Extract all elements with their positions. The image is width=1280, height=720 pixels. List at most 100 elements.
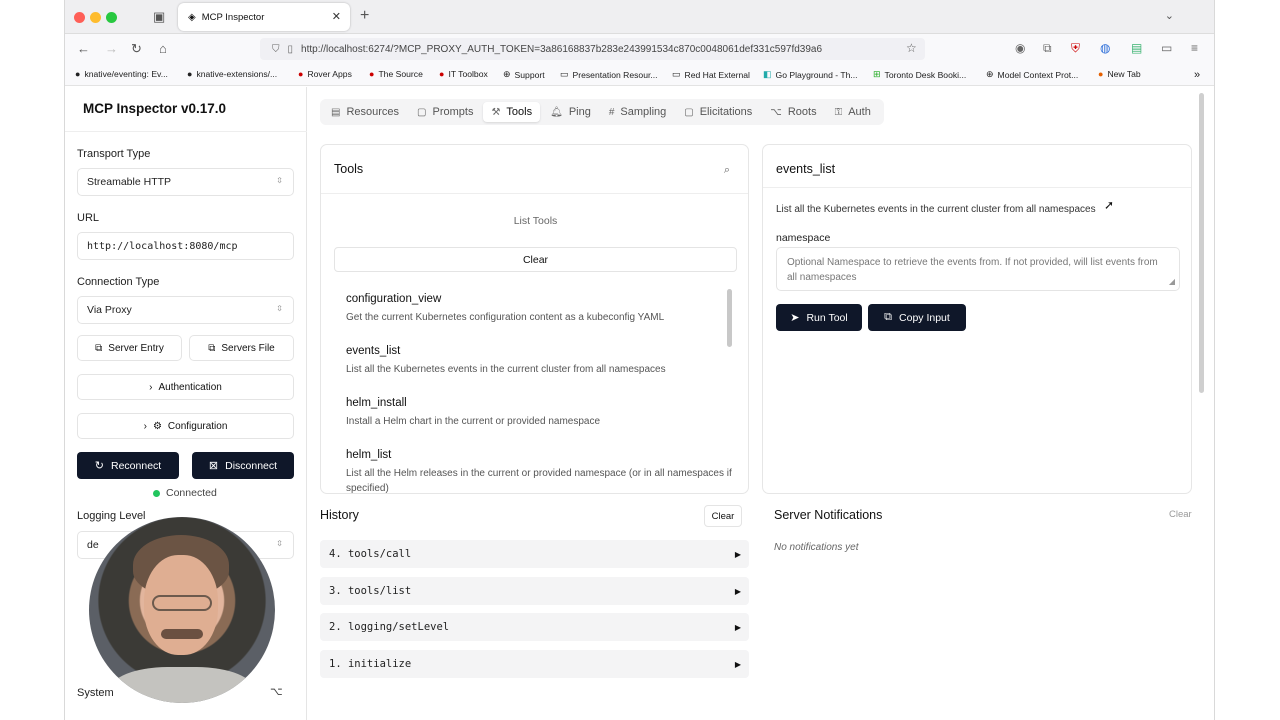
page-icon: ▯ <box>287 43 294 55</box>
home-icon[interactable]: ⌂ <box>159 41 167 56</box>
bookmark-item[interactable]: ▭ Presentation Resour... <box>560 69 658 80</box>
bookmarks-bar: ● knative/eventing: Ev... ● knative-extens… <box>65 64 1214 86</box>
tab-sampling[interactable]: # Sampling <box>601 102 674 122</box>
bookmark-item[interactable]: ◧ Go Playground - Th... <box>763 69 858 80</box>
authentication-toggle[interactable]: › Authentication <box>77 374 294 400</box>
tab-ping[interactable]: 🔔︎ Ping <box>542 102 599 122</box>
browser-tab[interactable]: ◈ MCP Inspector ✕ <box>178 3 350 31</box>
bookmark-star-icon[interactable]: ☆ <box>906 41 917 55</box>
bookmark-item[interactable]: ● IT Toolbox <box>439 69 488 79</box>
ublock-icon[interactable]: ⛨ <box>1071 41 1080 56</box>
forward-icon[interactable]: → <box>105 41 118 56</box>
namespace-input[interactable]: Optional Namespace to retrieve the event… <box>776 247 1180 291</box>
close-tab-icon[interactable]: ✕ <box>332 10 341 23</box>
servers-file-button[interactable]: ⧉ Servers File <box>189 335 294 361</box>
bookmark-item[interactable]: ● The Source <box>369 69 423 79</box>
bookmark-item[interactable]: ● knative-extensions/... <box>187 69 277 79</box>
menu-icon[interactable]: ≡ <box>1191 41 1198 55</box>
more-bookmarks-icon[interactable]: » <box>1194 69 1200 81</box>
tools-card: Tools ⌕ List Tools Clear configuration_v… <box>320 144 749 494</box>
disconnect-button[interactable]: ⊠ Disconnect <box>192 452 294 479</box>
reload-icon[interactable]: ↻ <box>131 41 142 57</box>
navigation-bar: ← → ↻ ⌂ ⛉ ▯ http://localhost:6274/?MCP_P… <box>65 34 1214 64</box>
github-icon[interactable]: ⌥ <box>270 685 283 698</box>
sidebar-icon[interactable]: ▭ <box>1161 41 1172 55</box>
copy-input-button[interactable]: ⧉ Copy Input <box>868 304 966 331</box>
tool-list-scrollbar[interactable] <box>727 289 732 347</box>
list-item[interactable]: helm_list List all the Helm releases in … <box>334 441 744 493</box>
back-icon[interactable]: ← <box>77 41 90 56</box>
search-icon[interactable]: ⌕ <box>724 164 730 177</box>
tab-tools[interactable]: ⚒ Tools <box>483 102 541 122</box>
server-entry-button[interactable]: ⧉ Server Entry <box>77 335 182 361</box>
page-scrollbar[interactable] <box>1197 87 1205 720</box>
clear-notifications-button[interactable]: Clear <box>1169 509 1192 520</box>
reconnect-button[interactable]: ↻ Reconnect <box>77 452 179 479</box>
history-item[interactable]: 3. tools/list ▶ <box>320 577 749 605</box>
list-tools-button[interactable]: List Tools <box>334 209 737 233</box>
bookmark-item[interactable]: ▭ Red Hat External <box>672 69 750 80</box>
sampling-icon: # <box>608 106 615 118</box>
expand-triangle-icon: ▶ <box>734 622 741 632</box>
status-dot-icon <box>153 489 160 497</box>
transport-type-select[interactable]: Streamable HTTP ⇳ <box>77 168 294 196</box>
list-item[interactable]: helm_install Install a Helm chart in the… <box>334 389 744 441</box>
mouse-cursor-icon: ➚ <box>1104 198 1115 212</box>
tab-title: MCP Inspector <box>201 11 265 23</box>
tab-overview-icon[interactable]: ▣ <box>153 9 165 25</box>
bookmark-item[interactable]: ● Rover Apps <box>298 69 352 79</box>
tab-auth[interactable]: ⚿ Auth <box>827 102 879 122</box>
new-tab-icon[interactable]: + <box>360 7 369 25</box>
chevron-down-icon[interactable]: ⌄ <box>1165 9 1174 22</box>
sidebar: MCP Inspector v0.17.0 Transport Type Str… <box>65 87 307 720</box>
tool-name: helm_list <box>346 449 392 461</box>
url-text: http://localhost:6274/?MCP_PROXY_AUTH_TO… <box>301 43 823 55</box>
minimize-window-button[interactable] <box>90 12 101 23</box>
extension-icon[interactable]: ▤ <box>1131 41 1142 55</box>
clear-history-button[interactable]: Clear <box>704 505 742 527</box>
main-panel: ▤ Resources ▢ Prompts ⚒ Tools 🔔︎ Ping # Sampl… <box>308 87 1205 720</box>
mcp-inspector-app: MCP Inspector v0.17.0 Transport Type Str… <box>65 87 1205 720</box>
account-icon[interactable]: ◉ <box>1015 41 1025 55</box>
bookmark-item[interactable]: ⊕ Support <box>503 69 545 80</box>
tool-description: List all the Kubernetes events in the cu… <box>346 364 666 375</box>
list-item[interactable]: events_list List all the Kubernetes even… <box>334 337 744 389</box>
tool-detail-description: List all the Kubernetes events in the cu… <box>776 204 1096 215</box>
list-item[interactable]: configuration_view Get the current Kuber… <box>334 285 744 337</box>
notifications-title: Server Notifications <box>774 508 883 522</box>
run-tool-button[interactable]: ➤ Run Tool <box>776 304 862 331</box>
prompts-icon: ▢ <box>417 106 427 118</box>
history-item[interactable]: 1. initialize ▶ <box>320 650 749 678</box>
chevron-right-icon: › <box>149 381 153 393</box>
expand-triangle-icon: ▶ <box>734 659 741 669</box>
tool-description: List all the Helm releases in the curren… <box>346 468 732 494</box>
vpn-icon[interactable]: ◍ <box>1100 41 1110 55</box>
copy-icon: ⧉ <box>208 342 216 354</box>
tools-icon: ⚒ <box>491 106 501 118</box>
fullscreen-window-button[interactable] <box>106 12 117 23</box>
namespace-label: namespace <box>776 232 831 244</box>
clear-tools-button[interactable]: Clear <box>334 247 737 272</box>
connection-type-select[interactable]: Via Proxy ⇳ <box>77 296 294 324</box>
resize-handle-icon[interactable]: ◢ <box>1169 276 1175 288</box>
tab-elicitations[interactable]: ▢ Elicitations <box>676 102 760 122</box>
tab-prompts[interactable]: ▢ Prompts <box>409 102 481 122</box>
url-bar[interactable]: ⛉ ▯ http://localhost:6274/?MCP_PROXY_AUT… <box>260 38 925 60</box>
history-item[interactable]: 2. logging/setLevel ▶ <box>320 613 749 641</box>
bookmark-item[interactable]: ● knative/eventing: Ev... <box>75 69 168 79</box>
bookmark-item[interactable]: ⊞ Toronto Desk Booki... <box>873 69 966 80</box>
roots-icon: ⌥ <box>770 106 782 118</box>
redhat-icon: ● <box>298 69 304 79</box>
tab-resources[interactable]: ▤ Resources <box>323 102 407 122</box>
url-input[interactable]: http://localhost:8080/mcp <box>77 232 294 260</box>
tool-name: helm_install <box>346 397 407 409</box>
history-item[interactable]: 4. tools/call ▶ <box>320 540 749 568</box>
chevron-right-icon: › <box>143 420 147 432</box>
close-window-button[interactable] <box>74 12 85 23</box>
configuration-toggle[interactable]: › ⚙ Configuration <box>77 413 294 439</box>
bookmark-item[interactable]: ⊕ Model Context Prot... <box>986 69 1078 80</box>
bookmark-item[interactable]: ● New Tab <box>1098 69 1141 79</box>
extensions-icon[interactable]: ⧉ <box>1043 41 1052 56</box>
tool-description: Get the current Kubernetes configuration… <box>346 312 665 323</box>
tab-roots[interactable]: ⌥ Roots <box>762 102 824 122</box>
